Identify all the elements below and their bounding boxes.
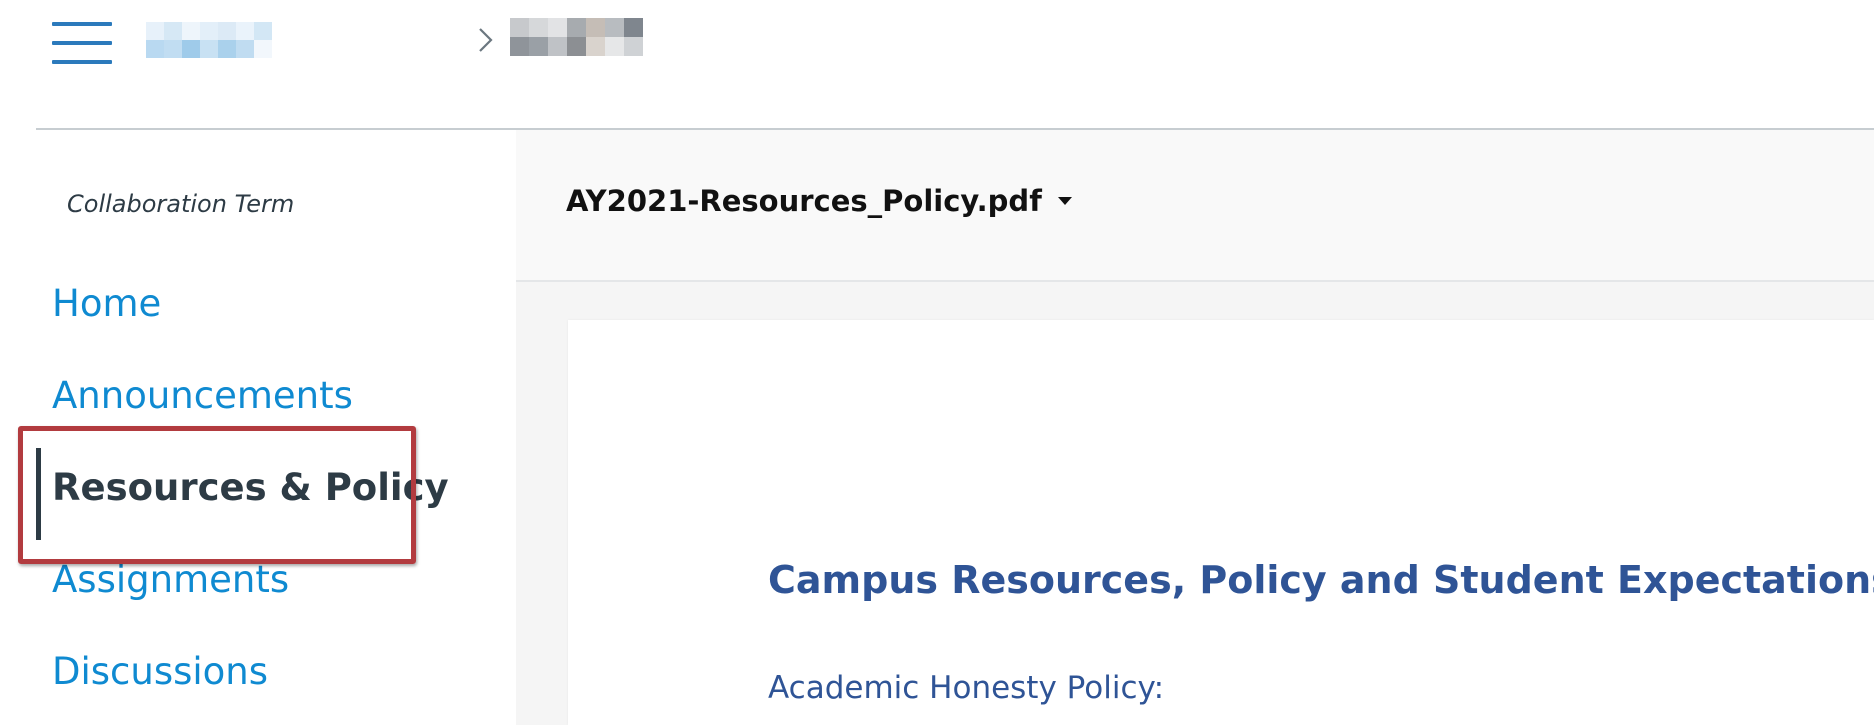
nav-link-discussions[interactable]: Discussions — [52, 650, 268, 693]
breadcrumb-blur-cell — [605, 18, 624, 37]
hamburger-bar — [52, 60, 112, 64]
breadcrumb-blur-cell — [164, 22, 182, 40]
nav-link-resources-policy[interactable]: Resources & Policy — [52, 466, 449, 509]
breadcrumb-blur-cell — [200, 40, 218, 58]
hamburger-bar — [52, 22, 112, 26]
nav-link-assignments[interactable]: Assignments — [52, 558, 289, 601]
breadcrumb-blur-cell — [510, 18, 529, 37]
top-header — [0, 0, 1874, 130]
breadcrumb-blur-cell — [586, 18, 605, 37]
breadcrumb-blur-cell — [529, 18, 548, 37]
breadcrumb-course-link[interactable] — [146, 22, 272, 58]
breadcrumb-blur-cell — [510, 37, 529, 56]
breadcrumb-blur-cell — [605, 37, 624, 56]
breadcrumb-blur-cell — [182, 22, 200, 40]
breadcrumb-blur-cell — [146, 22, 164, 40]
breadcrumb-blur-cell — [586, 37, 605, 56]
nav-link-announcements[interactable]: Announcements — [52, 374, 353, 417]
file-viewer: AY2021-Resources_Policy.pdf Campus Resou… — [516, 130, 1874, 725]
breadcrumb-blur-cell — [218, 40, 236, 58]
breadcrumb-blur-cell — [567, 37, 586, 56]
document-title: Campus Resources, Policy and Student Exp… — [768, 558, 1874, 602]
breadcrumb-blur-cell — [236, 22, 254, 40]
breadcrumb-blur-cell — [146, 40, 164, 58]
app-page: Collaboration Term Home Announcements Re… — [0, 0, 1874, 725]
breadcrumb-blur-cell — [254, 40, 272, 58]
hamburger-bar — [52, 41, 112, 45]
course-navigation: Collaboration Term Home Announcements Re… — [0, 130, 516, 725]
file-selector-dropdown[interactable]: AY2021-Resources_Policy.pdf — [566, 184, 1074, 218]
nav-link-home[interactable]: Home — [52, 282, 161, 325]
breadcrumb-blur-cell — [529, 37, 548, 56]
viewer-toolbar: AY2021-Resources_Policy.pdf — [516, 130, 1874, 282]
breadcrumb-blur-cell — [236, 40, 254, 58]
breadcrumb-blur-cell — [182, 40, 200, 58]
breadcrumb-blur-cell — [254, 22, 272, 40]
active-nav-indicator — [36, 448, 41, 540]
breadcrumb-blur-cell — [567, 18, 586, 37]
breadcrumb-blur-cell — [624, 18, 643, 37]
breadcrumb-blur-cell — [624, 37, 643, 56]
breadcrumb-blur-cell — [164, 40, 182, 58]
document-section-heading: Academic Honesty Policy: — [768, 670, 1165, 706]
breadcrumb-current-page — [510, 18, 643, 56]
term-label: Collaboration Term — [67, 190, 295, 218]
file-name: AY2021-Resources_Policy.pdf — [566, 184, 1042, 218]
chevron-right-icon — [479, 28, 493, 52]
breadcrumb-blur-cell — [218, 22, 236, 40]
breadcrumb-blur-cell — [548, 18, 567, 37]
caret-down-icon — [1057, 197, 1072, 205]
breadcrumb-blur-cell — [200, 22, 218, 40]
hamburger-menu-icon[interactable] — [52, 22, 112, 64]
breadcrumb-blur-cell — [548, 37, 567, 56]
document-page: Campus Resources, Policy and Student Exp… — [568, 320, 1874, 725]
